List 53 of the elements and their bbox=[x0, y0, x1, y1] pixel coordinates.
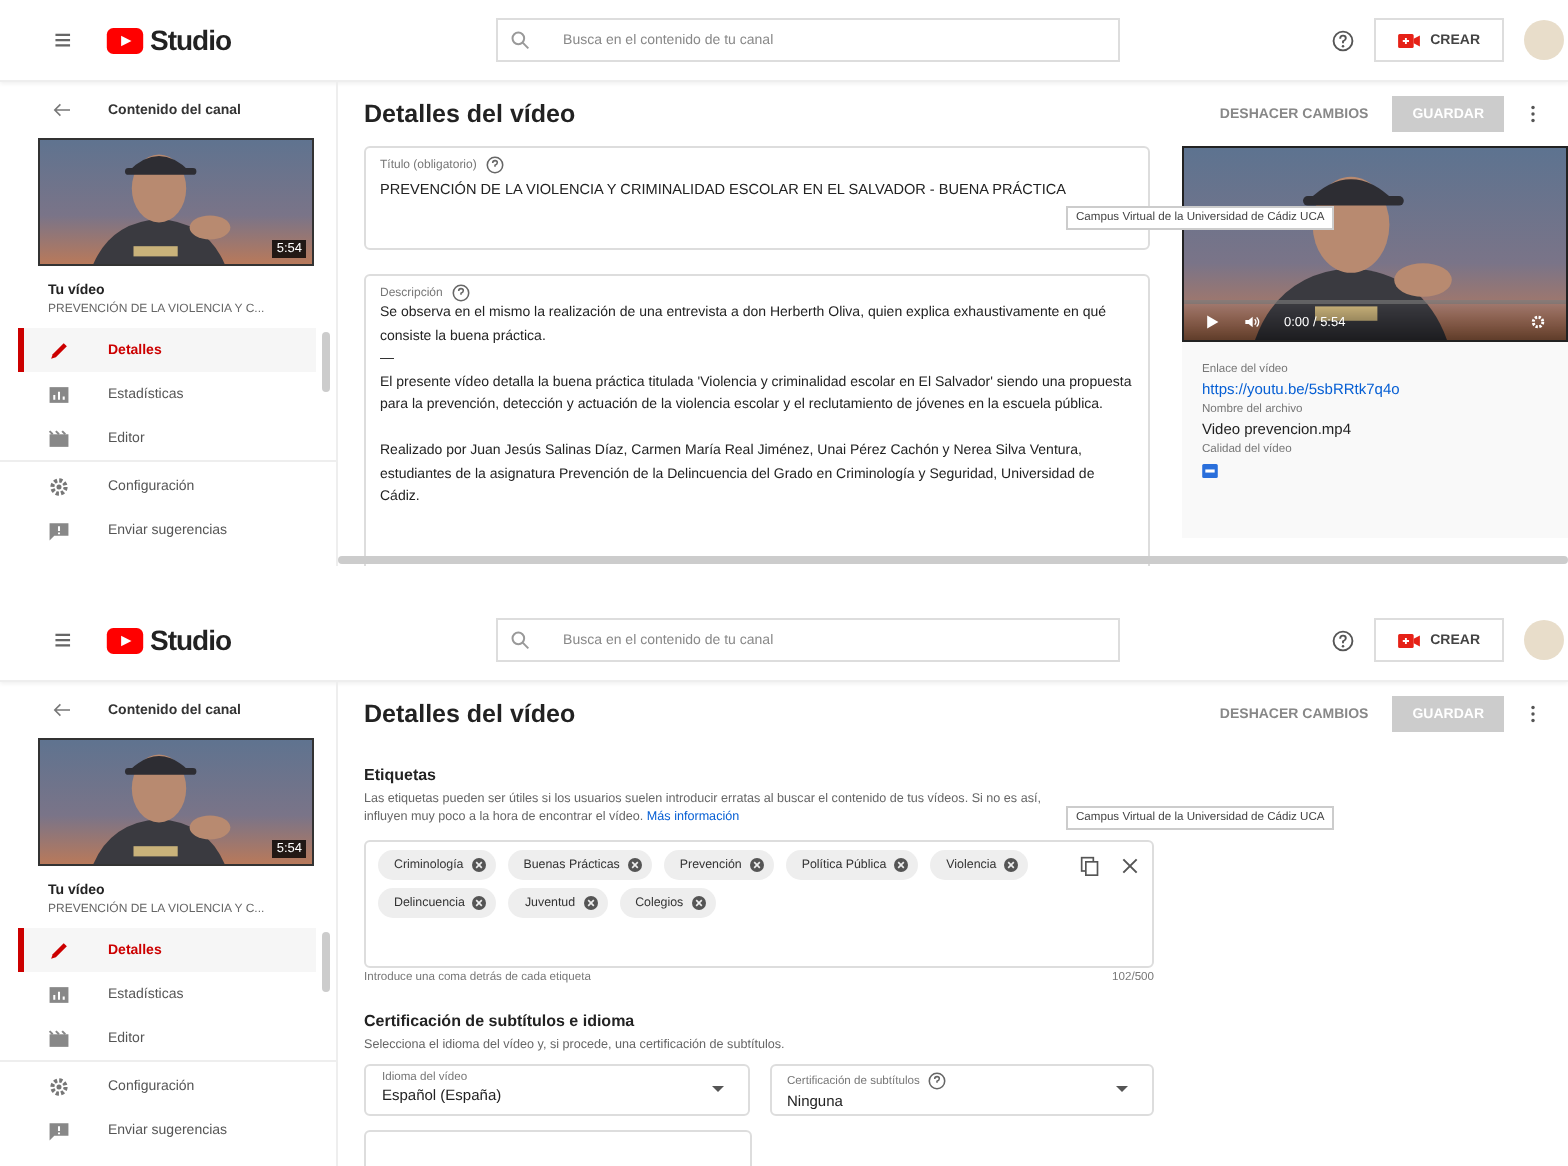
copy-icon[interactable] bbox=[1080, 856, 1100, 876]
feedback-icon bbox=[48, 1119, 70, 1141]
caret-icon bbox=[711, 1086, 723, 1092]
remove-icon[interactable] bbox=[749, 858, 764, 872]
clapperboard-icon bbox=[48, 427, 70, 449]
remove-icon[interactable] bbox=[1004, 858, 1019, 872]
help-icon[interactable] bbox=[452, 284, 471, 302]
scrollbar-thumb[interactable] bbox=[322, 932, 330, 992]
pencil-icon bbox=[48, 939, 70, 961]
remove-icon[interactable] bbox=[472, 896, 487, 910]
section-heading: Etiquetas bbox=[364, 766, 439, 784]
help-icon[interactable] bbox=[927, 1072, 946, 1090]
page-title: Detalles del vídeo bbox=[364, 100, 576, 128]
input-field[interactable] bbox=[364, 1130, 752, 1166]
remove-icon[interactable] bbox=[471, 858, 486, 872]
help-icon[interactable] bbox=[486, 156, 505, 174]
play-logo-icon bbox=[106, 27, 144, 53]
pencil-icon bbox=[48, 339, 70, 361]
volume-icon[interactable] bbox=[1244, 314, 1260, 330]
menu-button[interactable]: ≡ bbox=[54, 25, 78, 55]
more-icon[interactable] bbox=[1530, 704, 1536, 724]
scrollbar-thumb[interactable] bbox=[322, 332, 330, 392]
play-icon[interactable] bbox=[1204, 314, 1220, 330]
remove-icon[interactable] bbox=[691, 896, 706, 910]
help-icon[interactable] bbox=[1332, 29, 1355, 51]
remove-icon[interactable] bbox=[583, 896, 598, 910]
back-arrow-icon[interactable] bbox=[52, 702, 72, 718]
search-icon bbox=[509, 30, 530, 50]
gear-icon bbox=[48, 475, 70, 497]
help-icon[interactable] bbox=[1332, 629, 1355, 651]
remove-icon[interactable] bbox=[627, 858, 642, 872]
logo-text: Studio bbox=[150, 624, 232, 656]
settings-icon[interactable] bbox=[1530, 314, 1546, 330]
play-logo-icon bbox=[106, 627, 144, 653]
section-heading: Certificación de subtítulos e idioma bbox=[364, 1012, 637, 1030]
camera-icon bbox=[1398, 33, 1421, 47]
chart-icon bbox=[48, 983, 70, 1005]
remove-icon[interactable] bbox=[894, 858, 909, 872]
horizontal-scrollbar[interactable] bbox=[338, 556, 1568, 564]
feedback-icon bbox=[48, 519, 70, 541]
search-icon bbox=[509, 630, 530, 650]
caret-icon bbox=[1116, 1086, 1128, 1092]
page-title: Detalles del vídeo bbox=[364, 700, 576, 728]
clapperboard-icon bbox=[48, 1027, 70, 1049]
camera-icon bbox=[1398, 633, 1421, 647]
chart-icon bbox=[48, 383, 70, 405]
more-icon[interactable] bbox=[1530, 104, 1536, 124]
logo-text: Studio bbox=[150, 24, 232, 56]
gear-icon bbox=[48, 1075, 70, 1097]
menu-button[interactable]: ≡ bbox=[54, 625, 78, 655]
close-icon[interactable] bbox=[1120, 856, 1140, 876]
quality-badge-icon bbox=[1202, 464, 1218, 478]
back-arrow-icon[interactable] bbox=[52, 102, 72, 118]
